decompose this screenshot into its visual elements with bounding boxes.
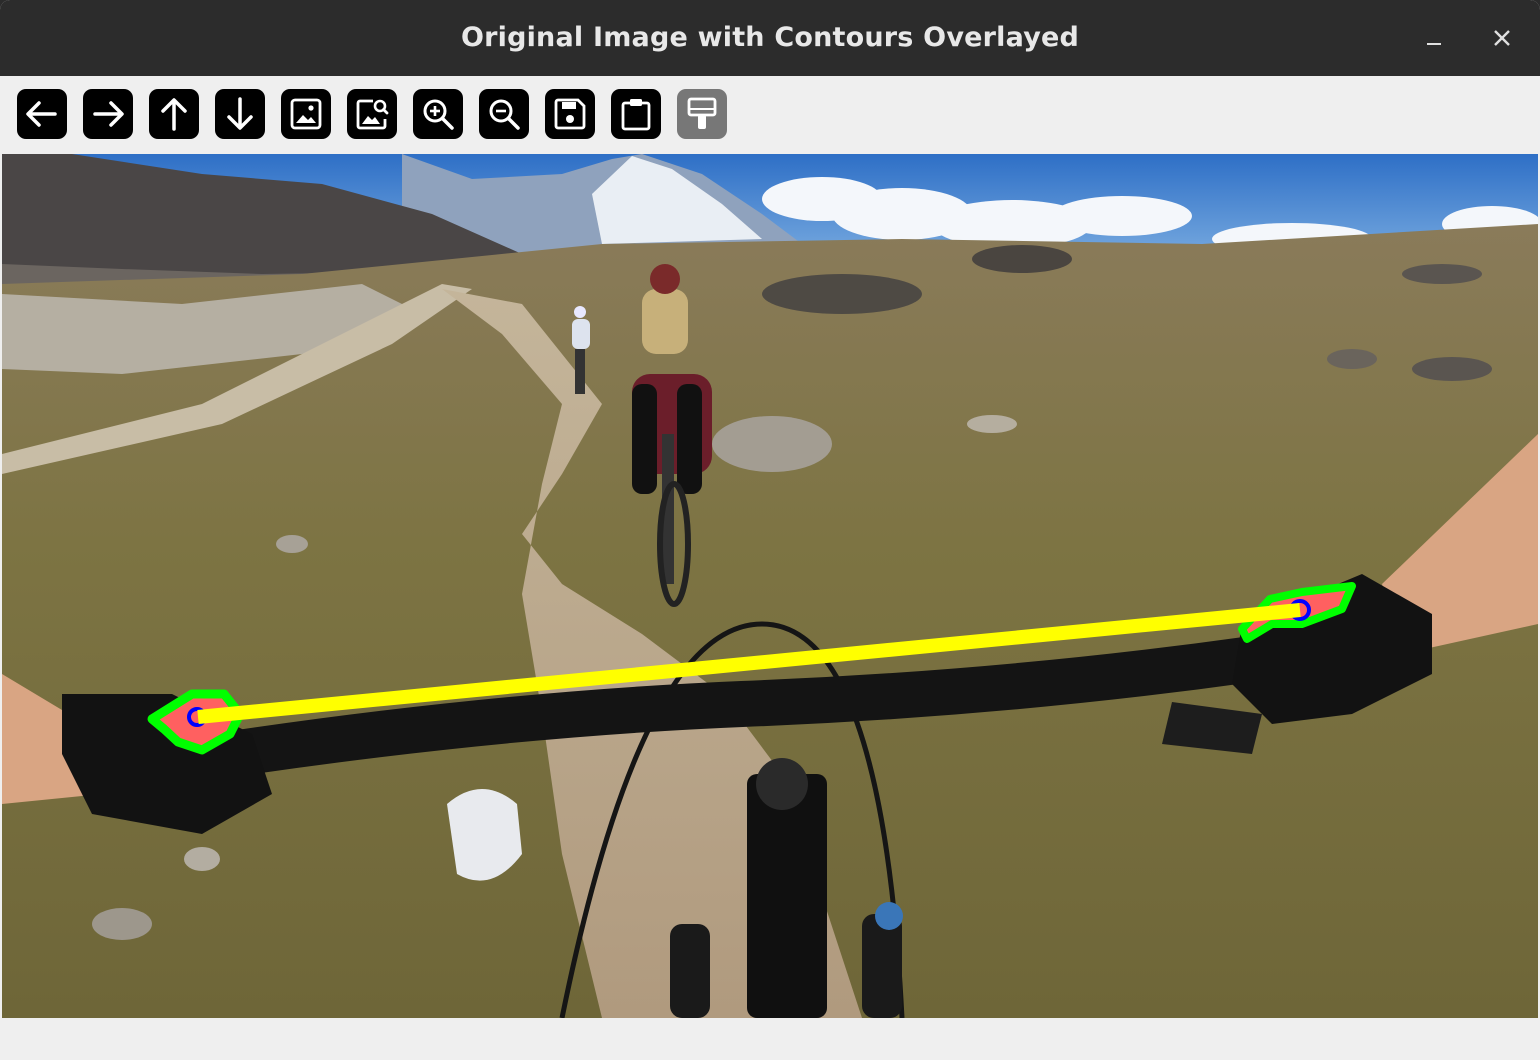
arrow-down-icon	[227, 97, 253, 130]
status-bar	[0, 1018, 1540, 1060]
window-title: Original Image with Contours Overlayed	[460, 22, 1080, 53]
fit-image-button[interactable]	[281, 89, 331, 139]
save-icon	[554, 98, 586, 130]
image-icon	[290, 98, 322, 130]
properties-button[interactable]	[677, 89, 727, 139]
forward-button[interactable]	[83, 89, 133, 139]
save-button[interactable]	[545, 89, 595, 139]
app-window: Original Image with Contours Overlayed	[0, 0, 1540, 1060]
copy-to-clipboard-button[interactable]	[611, 89, 661, 139]
close-icon	[1494, 30, 1510, 46]
title-bar[interactable]: Original Image with Contours Overlayed	[0, 0, 1540, 76]
clipboard-icon	[621, 99, 651, 131]
arrow-up-icon	[161, 98, 187, 131]
minimize-button[interactable]	[1416, 20, 1452, 56]
photo-with-contours	[2, 154, 1538, 1018]
zoom-out-button[interactable]	[479, 89, 529, 139]
zoom-out-icon	[489, 99, 520, 130]
image-inspect-button[interactable]	[347, 89, 397, 139]
minimize-icon	[1427, 43, 1441, 45]
zoom-in-icon	[423, 99, 454, 130]
paint-brush-icon	[687, 97, 717, 129]
zoom-in-button[interactable]	[413, 89, 463, 139]
image-canvas[interactable]	[2, 154, 1538, 1018]
pan-down-button[interactable]	[215, 89, 265, 139]
pan-up-button[interactable]	[149, 89, 199, 139]
arrow-left-icon	[26, 101, 57, 127]
back-button[interactable]	[17, 89, 67, 139]
toolbar	[0, 76, 1540, 154]
close-button[interactable]	[1484, 20, 1520, 56]
image-search-icon	[356, 99, 389, 130]
arrow-right-icon	[93, 101, 124, 127]
